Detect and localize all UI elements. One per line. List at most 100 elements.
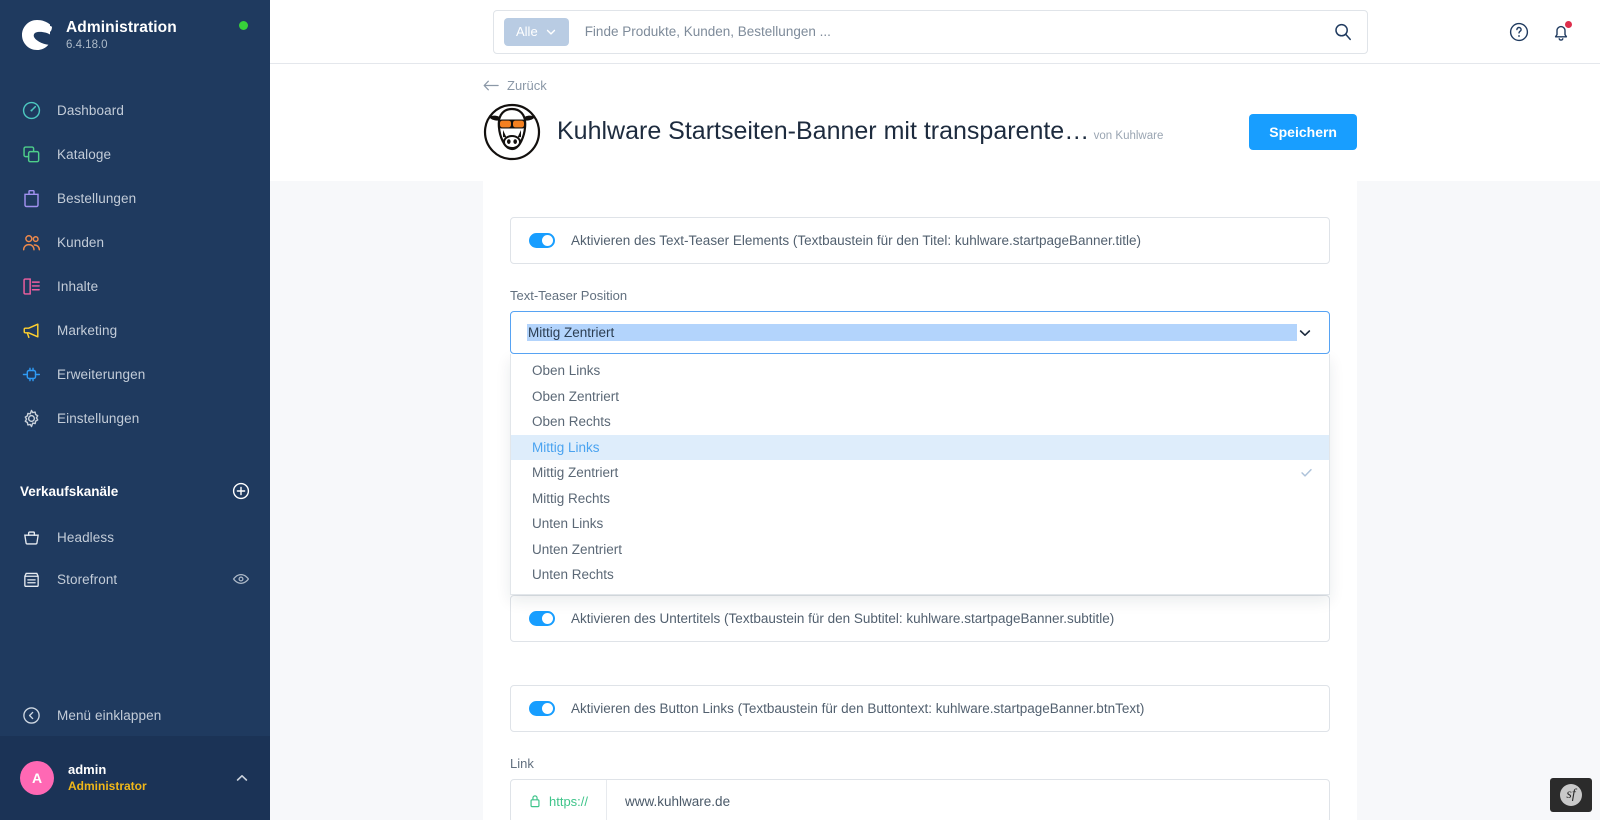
sidebar-nav: Dashboard Kataloge Bestellungen Kunden I…: [0, 88, 270, 440]
chevron-down-icon: [546, 29, 555, 35]
save-button[interactable]: Speichern: [1249, 114, 1357, 150]
search-scope-selector[interactable]: Alle: [504, 17, 569, 46]
bell-icon[interactable]: [1550, 19, 1573, 43]
bag-icon: [20, 187, 42, 209]
dropdown-option[interactable]: Unten Links: [511, 511, 1329, 537]
gauge-icon: [20, 99, 42, 121]
sidebar-item-erweiterungen[interactable]: Erweiterungen: [0, 352, 270, 396]
store-icon: [20, 568, 42, 590]
dropdown-option-label: Unten Rechts: [532, 567, 614, 583]
dropdown-option[interactable]: Oben Links: [511, 358, 1329, 384]
text-teaser-position-label: Text-Teaser Position: [510, 288, 628, 303]
sidebar-item-kataloge[interactable]: Kataloge: [0, 132, 270, 176]
add-sales-channel-icon[interactable]: [232, 482, 250, 500]
toggle-button-link-label: Aktivieren des Button Links (Textbaustei…: [571, 701, 1145, 716]
sidebar-item-label: Headless: [57, 529, 115, 545]
dropdown-option[interactable]: Unten Rechts: [511, 562, 1329, 588]
page-title: Kuhlware Startseiten-Banner mit transpar…: [557, 117, 1090, 146]
link-field-label: Link: [510, 756, 534, 771]
sidebar-item-label: Marketing: [57, 322, 118, 338]
dropdown-option-label: Mittig Rechts: [532, 490, 611, 506]
plug-icon: [20, 363, 42, 385]
text-teaser-position-select[interactable]: Mittig Zentriert: [510, 311, 1330, 354]
sidebar-brand-version: 6.4.18.0: [66, 38, 108, 51]
url-scheme-label: https://: [549, 793, 589, 809]
question-circle-icon[interactable]: [1508, 21, 1530, 43]
shopware-logo-icon: [20, 18, 54, 52]
check-icon: [1300, 466, 1313, 479]
app-root: Administration 6.4.18.0 Dashboard Katalo…: [0, 0, 1600, 820]
search-icon[interactable]: [1333, 22, 1353, 42]
sidebar-item-dashboard[interactable]: Dashboard: [0, 88, 270, 132]
user-name: admin: [68, 761, 107, 777]
dropdown-option[interactable]: Mittig Rechts: [511, 486, 1329, 512]
toggle-text-teaser-row[interactable]: Aktivieren des Text-Teaser Elements (Tex…: [510, 217, 1330, 264]
symfony-debug-toolbar[interactable]: sf: [1550, 778, 1592, 812]
page-subtitle: von Kuhlware: [1093, 130, 1164, 143]
toggle-subtitle[interactable]: [529, 611, 555, 626]
toggle-button-link[interactable]: [529, 701, 555, 716]
user-role: Administrator: [68, 778, 147, 793]
back-link-label: Zurück: [507, 78, 547, 93]
cow-face-icon: [483, 103, 541, 161]
sidebar-item-inhalte[interactable]: Inhalte: [0, 264, 270, 308]
sidebar-item-label: Kataloge: [57, 146, 112, 162]
settings-card: Aktivieren des Text-Teaser Elements (Tex…: [483, 181, 1357, 820]
megaphone-icon: [20, 319, 42, 341]
sidebar-item-bestellungen[interactable]: Bestellungen: [0, 176, 270, 220]
sidebar-item-marketing[interactable]: Marketing: [0, 308, 270, 352]
sidebar-item-storefront[interactable]: Storefront: [0, 558, 270, 600]
text-teaser-position-value: Mittig Zentriert: [527, 324, 1297, 341]
toggle-text-teaser[interactable]: [529, 233, 555, 248]
dropdown-option[interactable]: Oben Rechts: [511, 409, 1329, 435]
sales-channels-list: Headless Storefront: [0, 516, 270, 600]
page-header: Zurück Kuhlware Startseiten-Banner mit t…: [270, 64, 1600, 181]
dropdown-option[interactable]: Oben Zentriert: [511, 384, 1329, 410]
gear-icon: [20, 407, 42, 429]
dropdown-option[interactable]: Mittig Links: [511, 434, 1329, 460]
chevron-down-icon[interactable]: [1297, 325, 1313, 341]
dropdown-option-label: Oben Rechts: [532, 414, 611, 430]
sidebar-item-label: Dashboard: [57, 102, 124, 118]
sidebar-item-einstellungen[interactable]: Einstellungen: [0, 396, 270, 440]
main-area: Alle Finde Produkte, Kunden, Bestellunge…: [270, 0, 1600, 820]
layers-icon: [20, 143, 42, 165]
status-dot-icon: [239, 21, 248, 30]
link-url-input[interactable]: [607, 780, 1329, 820]
toggle-subtitle-row[interactable]: Aktivieren des Untertitels (Textbaustein…: [510, 595, 1330, 642]
dropdown-option-label: Mittig Links: [532, 439, 600, 455]
text-teaser-position-dropdown: Oben Links Oben Zentriert Oben Rechts Mi…: [510, 354, 1330, 595]
collapse-menu-label: Menü einklappen: [57, 707, 162, 723]
link-field: Link https://: [510, 756, 1330, 820]
dropdown-option[interactable]: Mittig Zentriert: [511, 460, 1329, 486]
sales-channels-title: Verkaufskanäle: [20, 483, 119, 499]
sidebar-item-kunden[interactable]: Kunden: [0, 220, 270, 264]
eye-icon[interactable]: [232, 570, 250, 588]
chevron-up-icon[interactable]: [234, 770, 250, 786]
sidebar: Administration 6.4.18.0 Dashboard Katalo…: [0, 0, 270, 820]
text-teaser-position-field: Text-Teaser Position Mittig Zentriert Ob…: [510, 288, 1330, 595]
sidebar-brand[interactable]: Administration 6.4.18.0: [0, 0, 270, 66]
content-scroll-area: Aktivieren des Text-Teaser Elements (Tex…: [270, 181, 1600, 820]
dropdown-option-label: Unten Links: [532, 516, 604, 532]
toggle-subtitle-label: Aktivieren des Untertitels (Textbaustein…: [571, 611, 1115, 626]
collapse-menu-button[interactable]: Menü einklappen: [0, 694, 270, 736]
user-menu[interactable]: A admin Administrator: [0, 736, 270, 820]
sidebar-item-label: Kunden: [57, 234, 105, 250]
global-search[interactable]: Alle: [493, 9, 1368, 54]
dropdown-option[interactable]: Unten Zentriert: [511, 537, 1329, 563]
url-scheme-prefix: https://: [511, 780, 608, 820]
dropdown-option-label: Oben Links: [532, 363, 601, 379]
users-icon: [20, 231, 42, 253]
back-link[interactable]: Zurück: [483, 78, 547, 93]
notification-badge: [1564, 19, 1573, 29]
topbar-actions: [1488, 19, 1573, 43]
basket-icon: [20, 526, 42, 548]
sidebar-item-headless[interactable]: Headless: [0, 516, 270, 558]
search-input[interactable]: [568, 24, 1333, 39]
chevron-left-circle-icon: [20, 704, 42, 726]
lock-icon: [530, 795, 540, 808]
toggle-button-link-row[interactable]: Aktivieren des Button Links (Textbaustei…: [510, 685, 1330, 732]
sales-channels-section-header: Verkaufskanäle: [0, 476, 270, 506]
sidebar-item-label: Bestellungen: [57, 190, 137, 206]
